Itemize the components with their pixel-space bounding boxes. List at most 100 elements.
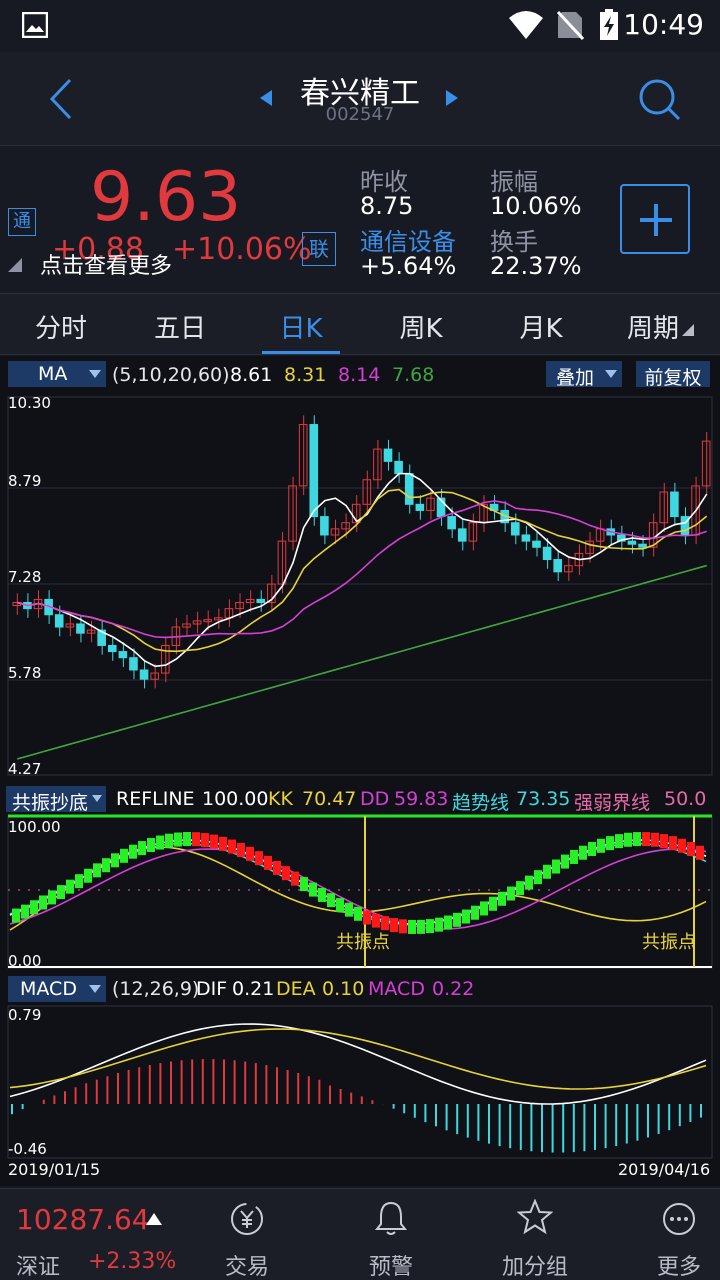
macd-chart[interactable] (0, 1004, 720, 1162)
reso-axis-min: 0.00 (8, 952, 42, 970)
ma20-line (17, 500, 707, 639)
resonance-block (579, 845, 587, 860)
dea-value: 0.10 (322, 978, 365, 1000)
resonance-block (165, 833, 173, 848)
macd-axis-min: -0.46 (8, 1140, 47, 1158)
nav-trade[interactable]: 交易 (187, 1189, 307, 1280)
up-arrow-icon (146, 1213, 162, 1225)
resonance-block (84, 868, 92, 883)
image-notification-icon (22, 12, 48, 38)
candle-body (320, 516, 329, 536)
resonance-block (30, 900, 38, 915)
resonance-block (129, 844, 137, 859)
resonance-block (642, 832, 650, 847)
bell-icon (374, 1201, 408, 1235)
price-frame (7, 396, 713, 776)
adjust-button[interactable]: 前复权 (636, 361, 710, 389)
more-info-hint[interactable]: 点击查看更多 (40, 248, 172, 280)
tong-badge[interactable]: 通 (8, 208, 36, 236)
yen-cycle-icon (231, 1203, 263, 1235)
candle-body (277, 540, 287, 585)
candle-body (309, 424, 319, 518)
star-icon (517, 1199, 553, 1235)
ma-select[interactable]: MA (8, 361, 106, 387)
ma10-value: 8.31 (284, 364, 327, 386)
resonance-block (111, 853, 119, 868)
resonance-block (633, 832, 641, 847)
index-ticker[interactable]: 10287.64 深证 +2.33% (0, 1189, 200, 1280)
resonance-block (345, 902, 353, 917)
resonance-block (138, 841, 146, 856)
last-price: 9.63 (90, 158, 242, 237)
plus-icon (640, 204, 672, 236)
macd-value: 0.22 (432, 978, 475, 1000)
next-stock-icon[interactable] (444, 88, 460, 108)
wifi-icon (509, 11, 543, 39)
strength-label: 强弱界线 (574, 792, 651, 814)
tab-monthly-k[interactable]: 月K (486, 308, 596, 345)
tab-intraday[interactable]: 分时 (6, 308, 116, 345)
resonance-block (174, 832, 182, 847)
macd-params: (12,26,9) (112, 978, 200, 1000)
resonance-block (615, 834, 623, 849)
candle-body (383, 448, 393, 462)
no-sim-icon (556, 10, 584, 40)
resonance-block (651, 832, 659, 847)
tab-five-day[interactable]: 五日 (125, 308, 235, 345)
resonance-block (255, 851, 263, 866)
tab-weekly-k[interactable]: 周K (366, 308, 476, 345)
candle-body (510, 522, 520, 536)
nav-add-group[interactable]: 加分组 (475, 1189, 595, 1280)
strength-value: 50.0 (664, 788, 707, 810)
resonance-block (12, 908, 20, 923)
resonance-select[interactable]: 共振抄底 (6, 786, 106, 814)
lian-badge[interactable]: 联 (302, 232, 336, 266)
resonance-point-label-2: 共振点 (642, 932, 696, 953)
macd-select[interactable]: MACD (8, 976, 106, 1002)
tab-daily-k[interactable]: 日K (246, 308, 356, 345)
dropdown-icon (89, 985, 101, 993)
resonance-block (192, 832, 200, 847)
dea-line (9, 1028, 707, 1090)
nav-alert[interactable]: 预警 (331, 1189, 451, 1280)
macd-label: MACD (368, 978, 425, 1000)
resonance-block (246, 846, 254, 861)
resonance-block (318, 887, 326, 902)
quote-panel[interactable]: 通 9.63 +0.88 +10.06% 点击查看更多 联 昨收 8.75 通信… (0, 146, 720, 293)
candle-body (638, 543, 647, 548)
resonance-block (363, 910, 371, 925)
more-icon (663, 1203, 695, 1235)
reso-axis-max: 100.00 (8, 818, 61, 836)
resonance-block (669, 836, 677, 851)
add-watchlist-button[interactable] (620, 184, 690, 254)
ma-select-label: MA (38, 363, 68, 385)
candle-body (447, 516, 456, 530)
resonance-block (102, 858, 110, 873)
resonance-block (309, 882, 317, 897)
kline-chart[interactable] (0, 392, 720, 780)
resonance-block (588, 841, 596, 856)
prev-close-value: 8.75 (360, 192, 414, 220)
sector-change: +5.64% (360, 252, 457, 280)
resonance-block (516, 881, 524, 896)
stock-code: 002547 (325, 104, 395, 125)
dif-label: DIF (196, 978, 228, 1000)
clock: 10:49 (623, 8, 704, 41)
amplitude-value: 10.06% (490, 192, 582, 220)
resonance-point-label-1: 共振点 (336, 932, 390, 953)
resonance-block (21, 904, 29, 919)
search-icon[interactable] (636, 76, 682, 122)
candle-body (118, 651, 128, 659)
resonance-block (264, 855, 272, 870)
resonance-block (624, 832, 632, 847)
resonance-block (570, 849, 578, 864)
overlay-button[interactable]: 叠加 (546, 361, 622, 389)
refline-label: REFLINE (116, 788, 195, 810)
resonance-block (696, 845, 704, 860)
bottom-nav: 10287.64 深证 +2.33% 交易 预警 加分组 更多 (0, 1188, 720, 1280)
chart-area[interactable]: MA (5,10,20,60) 8.61 8.31 8.14 7.68 叠加 前… (0, 356, 720, 1186)
resonance-block (687, 842, 695, 857)
resonance-block (525, 875, 533, 890)
resonance-block (237, 842, 245, 857)
nav-more[interactable]: 更多 (619, 1189, 720, 1280)
